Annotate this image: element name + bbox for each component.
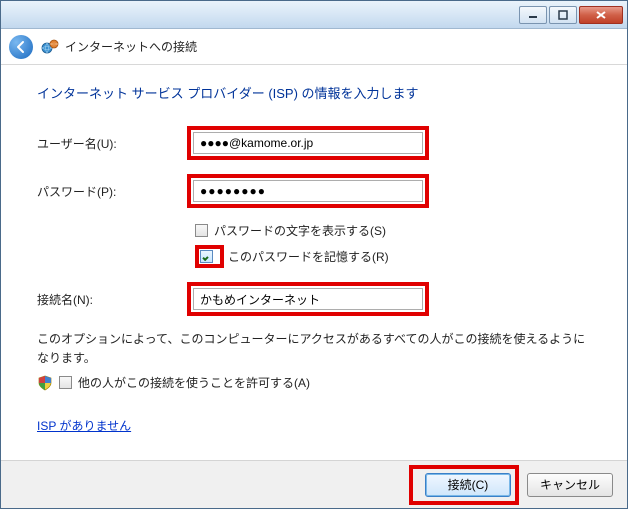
remember-password-highlight [195,245,224,268]
password-row: パスワード(P): [37,174,591,208]
connection-icon [41,38,59,56]
back-button[interactable] [9,35,33,59]
username-input[interactable] [193,132,423,154]
username-highlight [187,126,429,160]
connection-name-row: 接続名(N): [37,282,591,316]
wizard-window: インターネットへの接続 インターネット サービス プロバイダー (ISP) の情… [0,0,628,509]
show-password-checkbox[interactable] [195,224,208,237]
footer: 接続(C) キャンセル [1,460,627,508]
cancel-button[interactable]: キャンセル [527,473,613,497]
maximize-button[interactable] [549,6,577,24]
close-button[interactable] [579,6,623,24]
connection-name-highlight [187,282,429,316]
show-password-label: パスワードの文字を表示する(S) [214,222,386,239]
share-description: このオプションによって、このコンピューターにアクセスがあるすべての人がこの接続を… [37,330,591,368]
minimize-button[interactable] [519,6,547,24]
remember-password-label: このパスワードを記憶する(R) [228,248,389,265]
password-label: パスワード(P): [37,183,187,200]
username-row: ユーザー名(U): [37,126,591,160]
allow-others-row: 他の人がこの接続を使うことを許可する(A) [37,374,591,391]
show-password-row: パスワードの文字を表示する(S) [195,222,591,239]
instruction-text: インターネット サービス プロバイダー (ISP) の情報を入力します [37,83,591,102]
connect-button[interactable]: 接続(C) [425,473,511,497]
allow-others-checkbox[interactable] [59,376,72,389]
window-title: インターネットへの接続 [65,38,197,55]
allow-others-label: 他の人がこの接続を使うことを許可する(A) [78,374,310,391]
no-isp-link[interactable]: ISP がありません [37,417,131,434]
username-label: ユーザー名(U): [37,135,187,152]
remember-password-row: このパスワードを記憶する(R) [195,245,591,268]
titlebar [1,1,627,29]
password-options: パスワードの文字を表示する(S) このパスワードを記憶する(R) [195,222,591,268]
connection-name-input[interactable] [193,288,423,310]
connect-highlight: 接続(C) [409,465,519,505]
connection-name-label: 接続名(N): [37,291,187,308]
wizard-header: インターネットへの接続 [1,29,627,65]
password-input[interactable] [193,180,423,202]
remember-password-checkbox[interactable] [200,250,213,263]
shield-icon [37,375,53,391]
password-highlight [187,174,429,208]
content-area: インターネット サービス プロバイダー (ISP) の情報を入力します ユーザー… [1,65,627,434]
